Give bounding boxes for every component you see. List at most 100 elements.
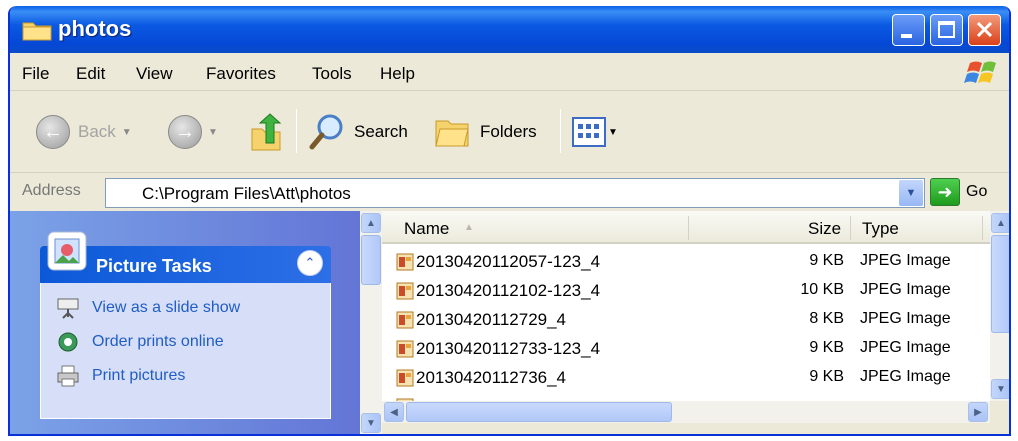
scroll-up-icon[interactable]: ▲	[991, 213, 1009, 233]
folders-label: Folders	[480, 122, 537, 141]
file-type: JPEG Image	[860, 339, 951, 356]
maximize-icon	[938, 21, 955, 38]
forward-dropdown-icon[interactable]: ▼	[208, 127, 218, 138]
file-type: JPEG Image	[860, 310, 951, 327]
menu-help[interactable]: Help	[380, 64, 415, 84]
jpeg-file-icon	[396, 311, 414, 329]
column-divider[interactable]	[982, 216, 983, 240]
scroll-left-icon[interactable]: ◀	[384, 402, 404, 422]
picture-tasks-header[interactable]: Picture Tasks ⌃	[40, 226, 331, 283]
column-divider[interactable]	[688, 216, 689, 240]
minimize-button[interactable]	[892, 14, 925, 46]
forward-button[interactable]: → ▼	[168, 115, 218, 149]
back-label: Back	[78, 122, 116, 141]
collapse-chevron-icon[interactable]: ⌃	[297, 250, 323, 276]
menu-bar: File Edit View Favorites Tools Help	[10, 53, 1009, 91]
menu-favorites[interactable]: Favorites	[206, 64, 276, 84]
address-dropdown-icon[interactable]: ▼	[899, 180, 923, 206]
file-name: 20130420112729_4	[416, 310, 567, 329]
jpeg-file-icon	[396, 282, 414, 300]
address-bar: Address C:\Program Files\Att\photos ▼ ➜ …	[10, 173, 1009, 211]
menu-edit[interactable]: Edit	[76, 64, 105, 84]
minimize-icon	[901, 34, 912, 38]
file-name: 20130420112736_4	[416, 368, 567, 387]
scrollbar-thumb[interactable]	[361, 235, 381, 285]
views-button[interactable]: ▼	[572, 117, 618, 147]
table-row[interactable]: 20130420112057-123_4 9 KB JPEG Image	[382, 247, 990, 276]
table-row[interactable]: 20130420112733-123_4 9 KB JPEG Image	[382, 334, 990, 363]
menu-tools[interactable]: Tools	[312, 64, 352, 84]
title-bar[interactable]: photos	[10, 6, 1009, 53]
search-button[interactable]: Search	[308, 113, 408, 151]
file-size: 9 KB	[809, 252, 844, 269]
picture-tasks-icon	[47, 231, 87, 271]
address-label: Address	[22, 182, 81, 199]
file-list: Name ▲ Size Type 20130420112057-123_4 9 …	[382, 211, 990, 401]
back-button[interactable]: ← Back ▼	[36, 115, 132, 149]
maximize-button[interactable]	[930, 14, 963, 46]
windows-logo-icon	[964, 61, 996, 83]
jpeg-file-icon	[396, 340, 414, 358]
task-link-order-prints[interactable]: Order prints online	[56, 331, 224, 353]
file-size: 9 KB	[809, 368, 844, 385]
sort-ascending-icon: ▲	[464, 222, 474, 233]
table-row[interactable]: 20130420112729_4 8 KB JPEG Image	[382, 305, 990, 334]
scroll-down-icon[interactable]: ▼	[361, 413, 381, 433]
address-input[interactable]: C:\Program Files\Att\photos ▼	[105, 178, 925, 208]
column-header-size[interactable]: Size	[808, 219, 841, 239]
task-link-label: View as a slide show	[92, 299, 241, 316]
table-row[interactable]: 20130420112102-123_4 10 KB JPEG Image	[382, 276, 990, 305]
column-header-type[interactable]: Type	[862, 219, 899, 239]
toolbar-separator	[560, 109, 561, 153]
file-list-horizontal-scrollbar[interactable]: ◀ ▶	[382, 401, 990, 423]
resize-grip-icon[interactable]	[990, 401, 1009, 423]
scroll-down-icon[interactable]: ▼	[991, 379, 1009, 399]
file-name: 20130420112102-123_4	[416, 281, 601, 300]
task-link-print[interactable]: Print pictures	[56, 365, 185, 387]
file-type: JPEG Image	[860, 252, 951, 269]
go-button[interactable]: Go	[966, 183, 987, 201]
back-dropdown-icon[interactable]: ▼	[122, 127, 132, 138]
file-size: 8 KB	[809, 310, 844, 327]
close-button[interactable]	[968, 14, 1001, 46]
task-pane-scrollbar[interactable]: ▲ ▼	[360, 211, 382, 434]
column-divider[interactable]	[850, 216, 851, 240]
toolbar: ← Back ▼ → ▼ Search Folders ▼	[10, 91, 1009, 173]
scrollbar-thumb[interactable]	[991, 235, 1009, 333]
file-type: JPEG Image	[860, 281, 951, 298]
go-arrow-icon[interactable]: ➜	[930, 178, 960, 206]
jpeg-file-icon	[396, 369, 414, 387]
column-header-row: Name ▲ Size Type	[382, 211, 990, 244]
task-pane: Picture Tasks ⌃ View as a slide show Ord…	[10, 211, 360, 434]
back-arrow-icon: ←	[36, 115, 70, 149]
picture-tasks-body: View as a slide show Order prints online…	[40, 283, 331, 419]
file-type: JPEG Image	[860, 368, 951, 385]
table-row[interactable]: 20130420112736_4 9 KB JPEG Image	[382, 363, 990, 392]
window-title: photos	[58, 16, 132, 41]
task-link-slideshow[interactable]: View as a slide show	[56, 297, 240, 319]
address-value[interactable]: C:\Program Files\Att\photos	[142, 184, 351, 204]
search-icon	[309, 114, 343, 150]
folders-icon	[435, 120, 469, 147]
menu-view[interactable]: View	[136, 64, 173, 84]
folders-button[interactable]: Folders	[434, 115, 537, 149]
column-header-name[interactable]: Name	[404, 219, 449, 239]
task-link-label: Print pictures	[92, 367, 186, 384]
views-icon	[572, 117, 606, 147]
menu-file[interactable]: File	[22, 64, 49, 84]
scroll-up-icon[interactable]: ▲	[361, 213, 381, 233]
file-size: 9 KB	[809, 339, 844, 356]
up-folder-icon[interactable]	[248, 113, 284, 153]
scroll-right-icon[interactable]: ▶	[968, 402, 988, 422]
views-dropdown-icon[interactable]: ▼	[608, 127, 618, 138]
table-row-partial[interactable]	[382, 392, 990, 401]
picture-tasks-title: Picture Tasks	[96, 256, 212, 276]
task-link-label: Order prints online	[92, 333, 224, 350]
jpeg-file-icon	[396, 253, 414, 271]
scrollbar-thumb[interactable]	[406, 402, 672, 422]
explorer-window: photos File Edit View Favorites Tools He…	[8, 6, 1011, 436]
printer-icon	[57, 365, 79, 387]
file-list-vertical-scrollbar[interactable]: ▲ ▼	[990, 211, 1009, 401]
folder-icon	[22, 22, 52, 41]
order-prints-icon	[58, 332, 78, 352]
